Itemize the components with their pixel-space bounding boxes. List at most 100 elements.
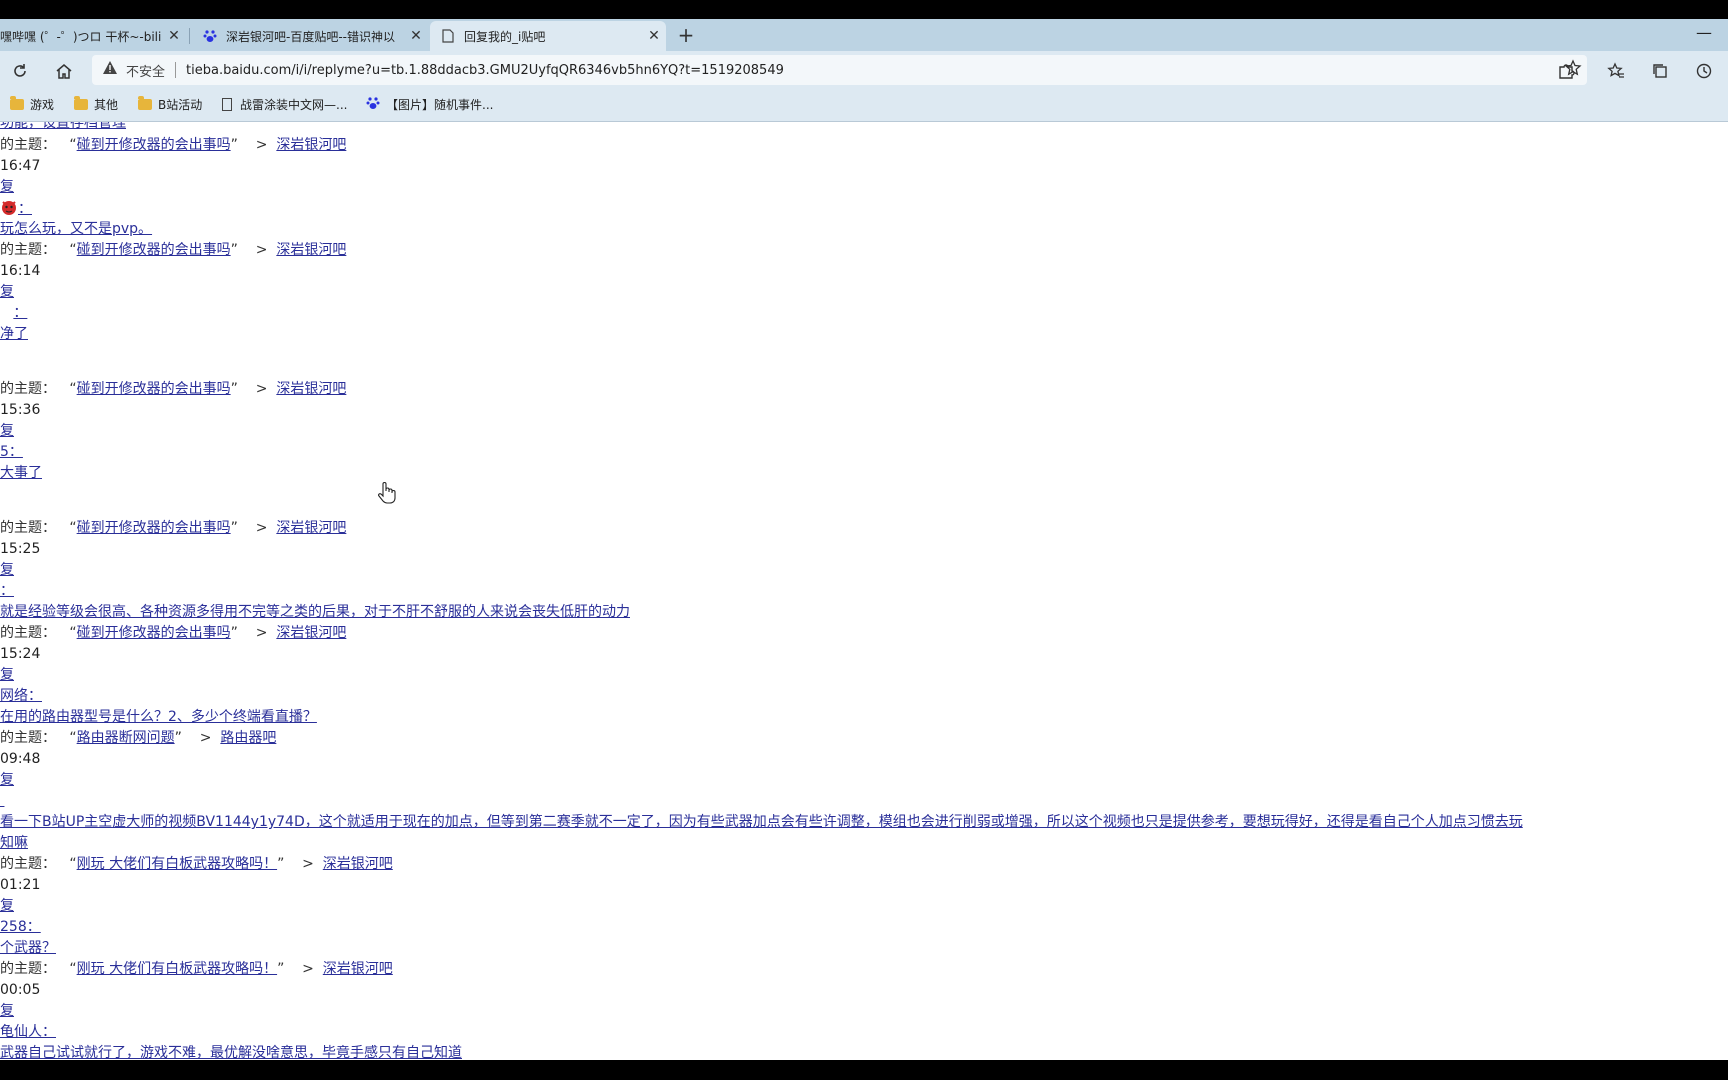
collections-button[interactable] [1646,57,1674,85]
bookmark-label: 其他 [94,98,119,112]
forum-link[interactable]: 深岩银河吧 [276,381,346,397]
bookmark-folder-games[interactable]: 游戏 [10,96,54,113]
reply-user[interactable] [0,791,4,811]
topic-link[interactable]: 碰到开修改器的会出事吗 [77,625,231,641]
forum-link[interactable]: 深岩银河吧 [276,520,346,536]
browser-window: 嘿哔嘿 (゜-゜)つロ 干杯~-bilibili ✕ 深岩银河吧-百度贴吧--错… [0,0,1728,1060]
reply-user[interactable]: 龟仙人： [0,1022,56,1042]
topic-link[interactable]: 碰到开修改器的会出事吗 [77,381,231,397]
tab-separator [189,28,190,44]
topic-link[interactable]: 碰到开修改器的会出事吗 [77,137,231,153]
forum-link[interactable]: 深岩银河吧 [276,242,346,258]
reply-user[interactable]: 网络： [0,686,42,706]
reply-button[interactable]: 复 [0,665,14,685]
forum-link[interactable]: 路由器吧 [220,730,276,746]
bookmark-random-events[interactable]: 【图片】随机事件... [366,96,493,113]
folder-icon [74,96,88,110]
topic-link[interactable]: 刚玩 大佬们有白板武器攻略吗！ [77,856,277,872]
reply-content[interactable]: 就是经验等级会很高、各种资源多得用不完等之类的后果，对于不肝不舒服的人来说会丧失… [0,602,630,622]
topic-line: 的主题： “碰到开修改器的会出事吗” > 深岩银河吧 [0,520,347,536]
reply-button[interactable]: 复 [0,896,14,916]
reply-button[interactable]: 复 [0,177,14,197]
favorites-button[interactable] [1602,57,1630,85]
reply-button[interactable]: 复 [0,282,14,302]
history-button[interactable] [1690,57,1718,85]
tab-title: 回复我的_i贴吧 [464,29,546,44]
forum-link[interactable]: 深岩银河吧 [323,961,393,977]
reply-content[interactable]: 在用的路由器型号是什么？2、多少个终端看直播？ [0,707,317,727]
topic-link[interactable]: 路由器断网问题 [77,730,175,746]
topic-link[interactable]: 刚玩 大佬们有白板武器攻略吗！ [77,961,277,977]
topic-line: 的主题： “碰到开修改器的会出事吗” > 深岩银河吧 [0,625,347,641]
tab-title: 嘿哔嘿 (゜-゜)つロ 干杯~-bilibili [0,29,162,44]
home-icon [56,64,72,79]
home-button[interactable] [50,57,78,85]
reply-time: 16:14 [0,263,41,279]
forum-link[interactable]: 深岩银河吧 [323,856,393,872]
reply-content[interactable]: 大事了 [0,463,42,483]
refresh-button[interactable] [6,57,34,85]
bookmark-folder-other[interactable]: 其他 [74,96,118,113]
new-tab-button[interactable]: + [674,24,698,48]
collections-icon [1653,64,1667,78]
forum-link[interactable]: 深岩银河吧 [276,625,346,641]
address-bar[interactable]: 不安全 tieba.baidu.com/i/i/replyme?u=tb.1.8… [92,55,1587,85]
devil-emoji-icon [0,201,18,217]
bookmark-warthunder-skins[interactable]: 战雷涂装中文网—... [222,96,347,113]
tab-replyme[interactable]: 回复我的_i贴吧 ✕ [430,21,666,51]
bookmark-label: B站活动 [158,98,203,112]
page-icon [440,28,456,44]
reply-content[interactable]: 武器自己试试就行了，游戏不难，最优解没啥意思，毕竟手感只有自己知道 [0,1043,462,1060]
reply-time: 15:25 [0,541,41,557]
extensions-icon [1559,64,1575,79]
reply-text-partial[interactable]: 功能，设置存档管理 [0,122,126,133]
reply-content[interactable]: 看一下B站UP主空虚大师的视频BV1144y1y74D，这个就适用于现在的加点，… [0,812,1523,832]
refresh-icon [14,64,26,77]
close-icon[interactable]: ✕ [642,28,666,44]
address-divider [175,62,177,78]
topic-link[interactable]: 碰到开修改器的会出事吗 [77,242,231,258]
reply-content[interactable]: 玩怎么玩，又不是pvp。 [0,219,152,239]
reply-time: 16:47 [0,158,41,174]
bookmark-label: 游戏 [30,98,55,112]
reply-content[interactable]: 个武器？ [0,938,56,958]
topic-line: 的主题： “碰到开修改器的会出事吗” > 深岩银河吧 [0,381,347,397]
close-icon[interactable]: ✕ [162,28,186,44]
hand-cursor-icon [377,481,397,511]
reply-button[interactable]: 复 [0,421,14,441]
topic-line: 的主题： “碰到开修改器的会出事吗” > 深岩银河吧 [0,137,347,153]
reply-content[interactable]: 净了 [0,324,28,344]
favorites-icon [1607,62,1624,78]
reply-user[interactable]: 5： [0,442,23,462]
warning-icon [102,60,118,80]
security-label[interactable]: 不安全 [126,61,165,80]
tab-tieba-forum[interactable]: 深岩银河吧-百度贴吧--错识神以 ✕ [192,21,428,51]
bookmark-folder-bilibili-events[interactable]: B站活动 [138,96,202,113]
tab-bilibili[interactable]: 嘿哔嘿 (゜-゜)つロ 干杯~-bilibili ✕ [0,21,186,51]
forum-link[interactable]: 深岩银河吧 [276,137,346,153]
topic-line: 的主题： “路由器断网问题” > 路由器吧 [0,730,277,746]
reply-time: 00:05 [0,982,41,998]
topic-link[interactable]: 碰到开修改器的会出事吗 [77,520,231,536]
reply-user[interactable]: ： [0,581,14,601]
reply-content-continued[interactable]: 知嘛 [0,833,28,853]
close-icon[interactable]: ✕ [404,28,428,44]
reply-time: 15:36 [0,402,41,418]
reply-button[interactable]: 复 [0,1001,14,1021]
browser-toolbar: 不安全 tieba.baidu.com/i/i/replyme?u=tb.1.8… [0,51,1728,90]
reply-time: 01:21 [0,877,41,893]
reply-user[interactable]: 258： [0,917,41,937]
reply-user[interactable]: ： [0,198,32,219]
url-text[interactable]: tieba.baidu.com/i/i/replyme?u=tb.1.88dda… [186,63,1559,78]
reply-button[interactable]: 复 [0,560,14,580]
topic-line: 的主题： “刚玩 大佬们有白板武器攻略吗！” > 深岩银河吧 [0,961,393,977]
reply-time: 15:24 [0,646,41,662]
folder-icon [138,96,152,110]
topic-line: 的主题： “刚玩 大佬们有白板武器攻略吗！” > 深岩银河吧 [0,856,393,872]
baidu-paw-icon [366,96,380,113]
page-icon [222,98,232,111]
minimize-button[interactable]: — [1692,23,1716,47]
reply-user[interactable]: ： [0,303,27,323]
reply-button[interactable]: 复 [0,770,14,790]
extensions-button[interactable] [1552,57,1580,85]
